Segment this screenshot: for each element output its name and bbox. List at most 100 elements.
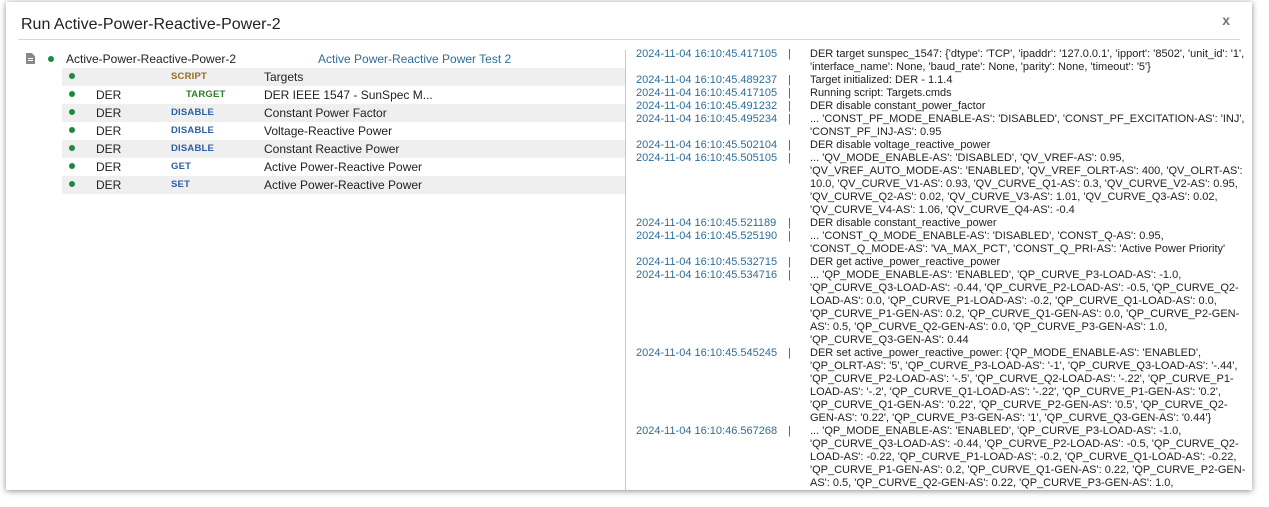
status-dot-icon <box>69 91 75 97</box>
tree-row-source: DER <box>96 178 122 192</box>
tree-row[interactable]: DER DISABLE Constant Reactive Power <box>62 140 625 158</box>
status-dot-icon <box>69 163 75 169</box>
tree-row[interactable]: SCRIPT Targets <box>62 68 625 86</box>
log-separator: | <box>788 269 791 281</box>
log-entry: 2024-11-04 16:10:45.505105 | ... 'QV_MODE_… <box>626 152 1246 217</box>
log-separator: | <box>788 425 791 437</box>
log-entry: 2024-11-04 16:10:45.532715 | DER get activ… <box>626 256 1246 269</box>
dialog-titlebar: Run Active-Power-Reactive-Power-2 x <box>6 2 1252 38</box>
log-separator: | <box>788 256 791 268</box>
tree-root-name: Active-Power-Reactive-Power-2 <box>66 52 237 66</box>
log-entry: 2024-11-04 16:10:45.534716 | ... 'QP_MODE_… <box>626 269 1246 347</box>
log-entry: 2024-11-04 16:10:45.495234 | ... 'CONST_PF… <box>626 113 1246 139</box>
log-separator: | <box>788 217 791 229</box>
log-separator: | <box>788 152 791 164</box>
tree-row-name: Constant Reactive Power <box>264 142 400 156</box>
log-entry: 2024-11-04 16:10:46.567268 | ... 'QP_MODE_… <box>626 425 1246 490</box>
tree-row-source: DER <box>96 106 122 120</box>
status-dot-icon <box>69 145 75 151</box>
tree-row-source: DER <box>96 160 122 174</box>
log-message: DER disable constant_reactive_power <box>810 217 997 229</box>
log-message: ... 'QV_MODE_ENABLE-AS': 'DISABLED', 'QV… <box>810 152 1243 216</box>
status-dot-icon <box>69 181 75 187</box>
log-timestamp: 2024-11-04 16:10:45.534716 <box>636 269 778 281</box>
tree-row-name: Voltage-Reactive Power <box>264 124 393 138</box>
status-dot-icon <box>69 127 75 133</box>
log-entry: 2024-11-04 16:10:45.502104 | DER disable v… <box>626 139 1246 152</box>
log-entry: 2024-11-04 16:10:45.521189 | DER disable c… <box>626 217 1246 230</box>
document-icon <box>26 53 35 64</box>
tree-root[interactable]: Active-Power-Reactive-Power-2 Active Pow… <box>6 50 625 68</box>
log-timestamp: 2024-11-04 16:10:45.502104 <box>636 139 778 151</box>
log-entry: 2024-11-04 16:10:45.417105 | Running scrip… <box>626 87 1246 100</box>
status-dot-icon <box>69 73 75 79</box>
dialog-title: Run Active-Power-Reactive-Power-2 <box>21 16 281 33</box>
log-timestamp: 2024-11-04 16:10:45.545245 <box>636 347 778 359</box>
tree-row-command: TARGET <box>186 89 226 100</box>
run-dialog: Run Active-Power-Reactive-Power-2 x Acti… <box>6 2 1252 490</box>
log-message: ... 'CONST_PF_MODE_ENABLE-AS': 'DISABLED… <box>810 113 1245 138</box>
tree-row[interactable]: DER SET Active Power-Reactive Power <box>62 176 625 194</box>
log-message: Target initialized: DER - 1.1.4 <box>810 74 953 86</box>
tree-row-source: DER <box>96 142 122 156</box>
log-timestamp: 2024-11-04 16:10:45.417105 <box>636 87 778 99</box>
tree-row-command: SET <box>171 179 191 190</box>
log-separator: | <box>788 230 791 242</box>
status-dot-icon <box>69 109 75 115</box>
log-message: DER disable constant_power_factor <box>810 100 986 112</box>
close-icon[interactable]: x <box>1222 12 1230 28</box>
log-separator: | <box>788 74 791 86</box>
log-timestamp: 2024-11-04 16:10:45.489237 <box>636 74 778 86</box>
tree-row-name: Constant Power Factor <box>264 106 387 120</box>
log-entry: 2024-11-04 16:10:45.545245 | DER set activ… <box>626 347 1246 425</box>
log-separator: | <box>788 139 791 151</box>
log-timestamp: 2024-11-04 16:10:45.521189 <box>636 217 777 229</box>
tree-root-description: Active Power-Reactive Power Test 2 <box>318 52 512 66</box>
log-timestamp: 2024-11-04 16:10:45.505105 <box>636 152 778 164</box>
log-message: DER get active_power_reactive_power <box>810 256 1001 268</box>
tree-row[interactable]: DER DISABLE Voltage-Reactive Power <box>62 122 625 140</box>
title-divider <box>18 39 1240 40</box>
log-separator: | <box>788 100 791 112</box>
tree-row-source: DER <box>96 88 122 102</box>
log-separator: | <box>788 113 791 125</box>
tree-rows: SCRIPT Targets DER TARGET DER IEEE 1547 - Su… <box>62 68 625 194</box>
tree-row[interactable]: DER TARGET DER IEEE 1547 - SunSpec M... <box>62 86 625 104</box>
tree-row-command: SCRIPT <box>171 71 208 82</box>
log-message: ... 'CONST_Q_MODE_ENABLE-AS': 'DISABLED'… <box>810 230 1226 255</box>
tree-row-command: GET <box>171 161 192 172</box>
tree-row[interactable]: DER GET Active Power-Reactive Power <box>62 158 625 176</box>
log-message: Running script: Targets.cmds <box>810 87 952 99</box>
log-separator: | <box>788 347 791 359</box>
log-timestamp: 2024-11-04 16:10:46.567268 <box>636 425 778 437</box>
tree-row-name: DER IEEE 1547 - SunSpec M... <box>264 88 433 102</box>
log-separator: | <box>788 48 791 60</box>
log-timestamp: 2024-11-04 16:10:45.495234 <box>636 113 778 125</box>
log-entry: 2024-11-04 16:10:45.491232 | DER disable c… <box>626 100 1246 113</box>
log-message: DER target sunspec_1547: {'dtype': 'TCP'… <box>810 48 1245 73</box>
tree-row[interactable]: DER DISABLE Constant Power Factor <box>62 104 625 122</box>
log-message: ... 'QP_MODE_ENABLE-AS': 'ENABLED', 'QP_… <box>810 269 1240 346</box>
log-message: DER set active_power_reactive_power: {'Q… <box>810 347 1238 424</box>
log-timestamp: 2024-11-04 16:10:45.417105 <box>636 48 778 60</box>
log-entry: 2024-11-04 16:10:45.489237 | Target initia… <box>626 74 1246 87</box>
tree-row-command: DISABLE <box>171 125 215 136</box>
tree-row-name: Active Power-Reactive Power <box>264 178 423 192</box>
tree-row-command: DISABLE <box>171 107 215 118</box>
log-message: DER disable voltage_reactive_power <box>810 139 991 151</box>
tree-row-command: DISABLE <box>171 143 215 154</box>
status-dot-icon <box>48 56 54 62</box>
tree-row-source: DER <box>96 124 122 138</box>
tree-row-name: Targets <box>264 70 304 84</box>
log-panel: 2024-11-04 16:10:45.417105 | DER target su… <box>626 48 1252 490</box>
script-tree-panel: Active-Power-Reactive-Power-2 Active Pow… <box>6 42 625 490</box>
log-timestamp: 2024-11-04 16:10:45.532715 <box>636 256 778 268</box>
log-entry: 2024-11-04 16:10:45.417105 | DER target su… <box>626 48 1246 74</box>
log-timestamp: 2024-11-04 16:10:45.525190 <box>636 230 778 242</box>
log-list: 2024-11-04 16:10:45.417105 | DER target su… <box>626 48 1246 490</box>
log-separator: | <box>788 87 791 99</box>
log-timestamp: 2024-11-04 16:10:45.491232 <box>636 100 778 112</box>
log-message: ... 'QP_MODE_ENABLE-AS': 'ENABLED', 'QP_… <box>810 425 1246 489</box>
tree-row-name: Active Power-Reactive Power <box>264 160 423 174</box>
log-entry: 2024-11-04 16:10:45.525190 | ... 'CONST_Q_… <box>626 230 1246 256</box>
